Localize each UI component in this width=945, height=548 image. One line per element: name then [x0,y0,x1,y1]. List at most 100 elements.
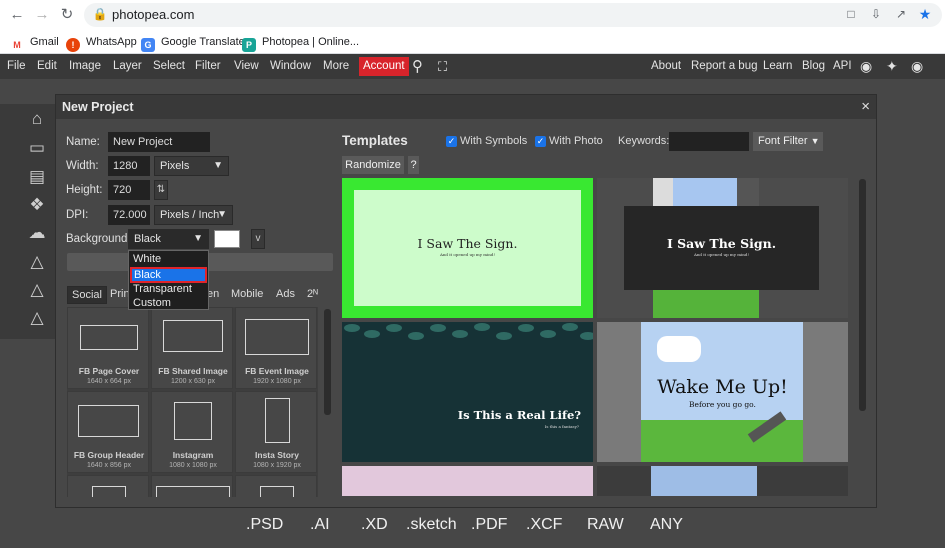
menu-select[interactable]: Select [153,54,185,79]
preset-partial[interactable] [151,475,233,497]
template-card[interactable]: Is This a Real Life? Is this a fantasy? [342,322,593,462]
format-any: ANY [650,516,683,533]
height-input[interactable]: 720 [108,180,150,200]
menu-layer[interactable]: Layer [113,54,142,79]
template-gallery: I Saw The Sign. And it opened up my mind… [342,178,866,496]
randomize-button[interactable]: Randomize [342,156,404,174]
background-color-swatch[interactable] [214,230,240,248]
preset-partial[interactable] [67,475,149,497]
template-card[interactable]: I Saw The Sign. And it opened up my mind… [342,178,593,318]
home-icon[interactable]: ⌂ [26,108,48,130]
menu-report-bug[interactable]: Report a bug [691,54,758,79]
fullscreen-icon[interactable]: ⛶ [438,54,447,79]
leaf-pattern-icon [344,323,593,340]
with-photo-checkbox[interactable]: ✓ [535,136,546,147]
menu-about[interactable]: About [651,54,681,79]
background-select[interactable]: Black ▼ [128,229,209,249]
menu-view[interactable]: View [234,54,259,79]
template-card[interactable]: I Saw The Sign. And it opened up my mind… [597,178,848,318]
preset-instagram[interactable]: Instagram 1080 x 1080 px [151,391,233,473]
dialog-titlebar[interactable]: New Project × [56,95,876,119]
account-button[interactable]: Account [359,57,409,76]
google-drive-icon-3[interactable]: △ [26,307,48,329]
template-card[interactable] [342,466,593,496]
preset-insta-story[interactable]: Insta Story 1080 x 1920 px [235,391,317,473]
width-input[interactable]: 1280 [108,156,150,176]
menu-learn[interactable]: Learn [763,54,792,79]
close-icon[interactable]: × [861,98,870,115]
chevron-down-icon: ▼ [810,136,820,146]
font-filter-button[interactable]: Font Filter ▼ [753,132,823,151]
bookmark-star-icon[interactable]: ★ [917,6,933,22]
option-white[interactable]: White [133,252,161,266]
preset-size: 1920 x 1080 px [253,378,301,385]
chevron-down-icon: ▼ [217,209,227,220]
menu-edit[interactable]: Edit [37,54,57,79]
preset-scrollbar[interactable] [324,309,331,415]
preset-partial[interactable] [235,475,317,497]
dpi-input[interactable]: 72.000 [108,205,150,225]
tab-ads[interactable]: Ads [276,288,295,300]
preset-fb-group-header[interactable]: FB Group Header 1640 x 856 px [67,391,149,473]
install-app-icon[interactable]: ⇩ [868,6,884,22]
facebook-icon[interactable]: ◉ [911,54,923,79]
bookmark-photopea[interactable]: P Photopea | Online... [242,33,359,52]
monitor-icon[interactable]: ▭ [26,137,48,159]
bookmark-whatsapp[interactable]: ! WhatsApp [66,33,137,52]
color-picker-button[interactable]: v [251,229,265,249]
search-icon[interactable]: ⚲ [412,54,423,79]
google-drive-icon[interactable]: △ [26,251,48,273]
preset-thumbnail [174,402,212,440]
chevron-down-icon: ▼ [213,160,223,171]
name-input[interactable]: New Project [108,132,210,152]
help-button[interactable]: ? [408,156,419,174]
reload-icon[interactable]: ↻ [57,5,77,25]
preset-fb-event-image[interactable]: FB Event Image 1920 x 1080 px [235,307,317,389]
menu-file[interactable]: File [7,54,26,79]
dropbox-icon[interactable]: ❖ [26,194,48,216]
tab-social[interactable]: Social [67,286,107,304]
with-photo-label[interactable]: With Photo [549,135,603,147]
preset-fb-page-cover[interactable]: FB Page Cover 1640 x 664 px [67,307,149,389]
menu-filter[interactable]: Filter [195,54,221,79]
tab-mobile[interactable]: Mobile [231,288,263,300]
keywords-input[interactable] [669,132,749,151]
option-custom[interactable]: Custom [133,296,171,310]
option-transparent[interactable]: Transparent [133,282,192,296]
google-drive-icon-2[interactable]: △ [26,279,48,301]
menu-window[interactable]: Window [270,54,311,79]
menu-api[interactable]: API [833,54,852,79]
preset-fb-shared-image[interactable]: FB Shared Image 1200 x 630 px [151,307,233,389]
template-card[interactable]: Wake Me Up! Before you go go. [597,322,848,462]
storage-icon[interactable]: ▤ [26,166,48,188]
dpi-unit-select[interactable]: Pixels / Inch ▼ [154,205,233,225]
with-symbols-checkbox[interactable]: ✓ [446,136,457,147]
template-card[interactable] [597,466,848,496]
tab-print[interactable]: Prin [110,288,130,300]
save-page-icon[interactable]: □ [843,6,859,22]
back-arrow-icon[interactable]: ← [7,5,27,25]
width-unit-select[interactable]: Pixels ▼ [154,156,229,176]
menu-image[interactable]: Image [69,54,101,79]
forward-arrow-icon[interactable]: → [32,5,52,25]
reddit-icon[interactable]: ◉ [860,54,872,79]
browser-chrome: ← → ↻ 🔒 photopea.com □ ⇩ ↗ ★ M Gmail ! Wha… [0,0,945,54]
address-bar[interactable] [84,3,942,27]
bookmark-gmail[interactable]: M Gmail [10,33,59,52]
template-scrollbar[interactable] [859,179,866,411]
url-text[interactable]: photopea.com [112,7,194,22]
share-icon[interactable]: ↗ [893,6,909,22]
twitter-icon[interactable]: ✦ [886,54,898,79]
option-black[interactable]: Black [130,267,207,283]
with-symbols-label[interactable]: With Symbols [460,135,527,147]
menu-more[interactable]: More [323,54,349,79]
bookmark-google-translate[interactable]: G Google Translate [141,33,245,52]
whatsapp-icon: ! [66,38,80,52]
tab-power-of-two[interactable]: 2ᴺ [307,288,318,300]
format-xcf: .XCF [526,516,563,533]
template-subtitle: And it opened up my mind! [693,252,750,257]
swap-dimensions-icon[interactable]: ⇅ [154,180,168,200]
cloud-icon[interactable]: ☁ [26,222,48,244]
menu-blog[interactable]: Blog [802,54,825,79]
lock-icon[interactable]: 🔒 [92,6,108,22]
